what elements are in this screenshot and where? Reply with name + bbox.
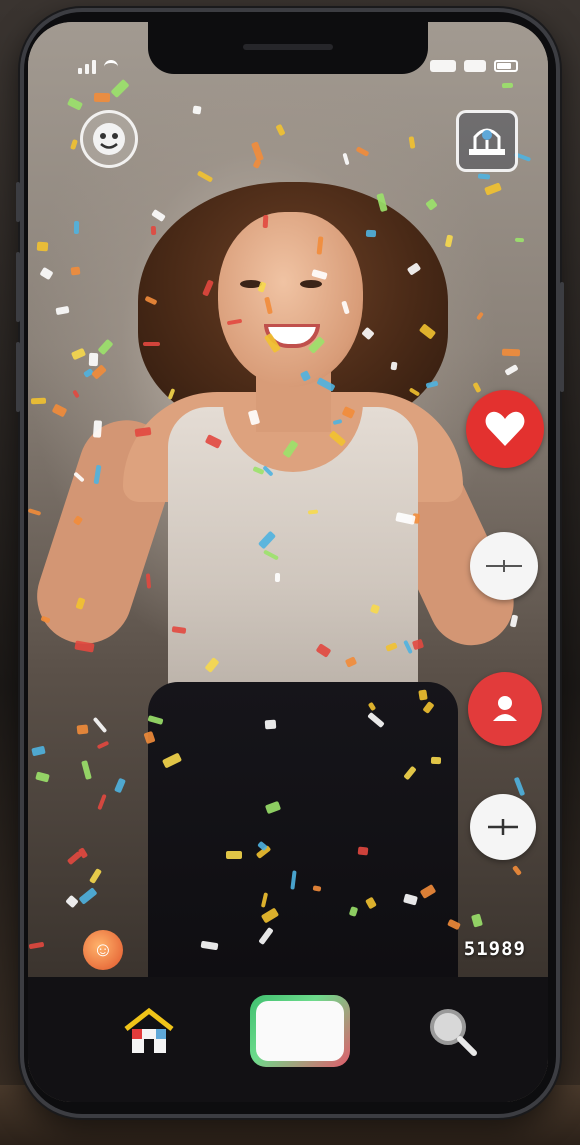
- confetti-piece: [70, 266, 81, 276]
- volume-up-button: [16, 252, 20, 322]
- confetti-piece: [390, 361, 398, 371]
- heart-icon: [485, 411, 525, 446]
- mute-switch: [16, 182, 20, 222]
- confetti-piece: [36, 241, 49, 252]
- status-left: [78, 60, 118, 74]
- confetti-piece: [150, 225, 157, 236]
- record-icon: [256, 1001, 344, 1061]
- reaction-emoji-icon[interactable]: ☺: [83, 930, 123, 970]
- status-right: [430, 60, 518, 72]
- more-icon: [488, 819, 518, 835]
- volume-down-button: [16, 342, 20, 412]
- app-screen: ☺ 51989: [28, 22, 548, 1102]
- confetti-piece: [430, 756, 442, 765]
- view-count: 51989: [463, 938, 526, 960]
- confetti-piece: [477, 173, 491, 180]
- home-icon: [124, 1007, 174, 1053]
- carrier-icon: [430, 60, 456, 72]
- confetti-piece: [365, 229, 377, 238]
- confetti-piece: [274, 572, 281, 583]
- confetti-piece: [88, 352, 99, 367]
- confetti-piece: [418, 689, 428, 701]
- confetti-piece: [514, 237, 525, 243]
- wifi-icon: [104, 60, 118, 74]
- record-button[interactable]: [250, 995, 350, 1067]
- confetti-piece: [192, 105, 202, 115]
- confetti-piece: [93, 92, 111, 103]
- face-filter-icon[interactable]: [80, 110, 138, 168]
- share-icon: [486, 560, 522, 572]
- profile-button[interactable]: [468, 672, 542, 746]
- confetti-piece: [143, 342, 160, 346]
- confetti-piece: [76, 724, 89, 735]
- confetti-piece: [264, 719, 277, 730]
- signal-icon: [78, 60, 96, 74]
- search-icon: [430, 1009, 477, 1056]
- speaker-grille: [243, 44, 333, 50]
- face: [218, 212, 363, 387]
- confetti-piece: [92, 420, 103, 438]
- home-button[interactable]: [116, 999, 182, 1065]
- profile-icon: [493, 696, 517, 721]
- confetti-piece: [501, 82, 514, 89]
- right-eye: [300, 280, 322, 288]
- power-button: [560, 282, 564, 392]
- data-icon: [464, 60, 486, 72]
- confetti-piece: [30, 397, 47, 405]
- search-button[interactable]: [420, 999, 486, 1065]
- more-button[interactable]: [470, 794, 536, 860]
- gallery-icon[interactable]: [456, 110, 518, 172]
- share-button[interactable]: [470, 532, 538, 600]
- bottom-nav: [28, 977, 548, 1102]
- like-button[interactable]: [466, 390, 544, 468]
- confetti-piece: [262, 214, 269, 229]
- confetti-piece: [226, 851, 242, 859]
- confetti-piece: [501, 348, 521, 357]
- confetti-piece: [357, 846, 369, 856]
- confetti-piece: [73, 220, 80, 235]
- battery-icon: [494, 60, 518, 72]
